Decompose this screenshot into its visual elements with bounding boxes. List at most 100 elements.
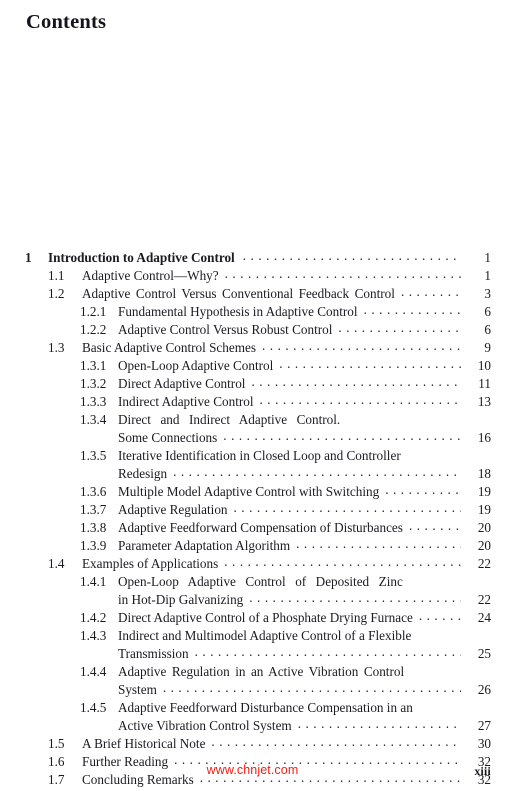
toc-label: Redesign: [118, 466, 168, 481]
toc-number: 1.3.3: [80, 394, 107, 409]
dot-leader: [225, 267, 461, 280]
toc-entry[interactable]: 1.4.2 Direct Adaptive Control of a Phosph…: [0, 609, 505, 627]
toc-line[interactable]: 1.4.3 Indirect and Multimodel Adaptive Co…: [0, 627, 505, 645]
toc-entry[interactable]: 1.3.3 Indirect Adaptive Control 13: [0, 393, 505, 411]
toc-page-number: 30: [477, 736, 491, 751]
toc-line[interactable]: 1.3.2 Direct Adaptive Control 11: [0, 375, 505, 393]
toc-page-number: 26: [477, 682, 491, 697]
toc-line-continuation[interactable]: System 26: [0, 681, 505, 699]
toc-label: Transmission: [118, 646, 189, 661]
dot-leader: [298, 717, 461, 730]
dot-leader: [223, 429, 461, 442]
dot-leader: [195, 645, 461, 658]
toc-entry[interactable]: 1.3.7 Adaptive Regulation 19: [0, 501, 505, 519]
toc-entry[interactable]: 1.4.5 Adaptive Feedforward Disturbance Co…: [0, 699, 505, 735]
toc-entry[interactable]: 1.1 Adaptive Control—Why? 1: [0, 267, 505, 285]
toc-line[interactable]: 1.3.9 Parameter Adaptation Algorithm 20: [0, 537, 505, 555]
toc-entry[interactable]: 1.3.1 Open-Loop Adaptive Control 10: [0, 357, 505, 375]
toc-label: Examples of Applications: [82, 556, 219, 571]
toc-line[interactable]: 1.4.5 Adaptive Feedforward Disturbance Co…: [0, 699, 505, 717]
dot-leader: [419, 609, 461, 622]
toc-line[interactable]: 1.3.7 Adaptive Regulation 19: [0, 501, 505, 519]
toc-line[interactable]: 1.4.2 Direct Adaptive Control of a Phosph…: [0, 609, 505, 627]
toc-line[interactable]: 1.1 Adaptive Control—Why? 1: [0, 267, 505, 285]
toc-entry[interactable]: 1.3.6 Multiple Model Adaptive Control wit…: [0, 483, 505, 501]
toc-page-number: 13: [477, 394, 491, 409]
toc-line-continuation[interactable]: Active Vibration Control System 27: [0, 717, 505, 735]
toc-entry[interactable]: 1.4 Examples of Applications 22: [0, 555, 505, 573]
toc-number: 1.4: [48, 556, 65, 571]
toc-label: Iterative Identification in Closed Loop …: [118, 448, 401, 463]
toc-label-wrap: Introduction to Adaptive Control: [48, 249, 465, 266]
toc-line[interactable]: 1.2.2 Adaptive Control Versus Robust Cont…: [0, 321, 505, 339]
toc-label: Active Vibration Control System: [118, 718, 292, 733]
toc-line-continuation[interactable]: Transmission 25: [0, 645, 505, 663]
dot-leader: [409, 573, 461, 586]
toc-line-continuation[interactable]: Redesign 18: [0, 465, 505, 483]
toc-entry[interactable]: 1.4.3 Indirect and Multimodel Adaptive Co…: [0, 627, 505, 663]
dot-leader: [173, 465, 461, 478]
toc-label: Adaptive Feedforward Compensation of Dis…: [118, 520, 403, 535]
toc-number: 1.3.4: [80, 412, 107, 427]
toc-label: Parameter Adaptation Algorithm: [118, 538, 291, 553]
toc-entry[interactable]: 1.2 Adaptive Control Versus Conventional …: [0, 285, 505, 303]
toc-entry[interactable]: 1.3.2 Direct Adaptive Control 11: [0, 375, 505, 393]
toc-line-continuation[interactable]: in Hot-Dip Galvanizing 22: [0, 591, 505, 609]
toc-entry[interactable]: 1.3.5 Iterative Identification in Closed …: [0, 447, 505, 483]
dot-leader: [211, 735, 461, 748]
toc-page-number: 1: [484, 268, 491, 283]
toc-label: Open-Loop Adaptive Control of Deposited …: [118, 574, 403, 589]
toc-number: 1.3.9: [80, 538, 107, 553]
toc-line[interactable]: 1.5 A Brief Historical Note 30: [0, 735, 505, 753]
toc-label-wrap: Adaptive Regulation in an Active Vibrati…: [118, 663, 465, 680]
dot-leader: [234, 501, 461, 514]
dot-leader: [249, 591, 461, 604]
toc-label-wrap: Adaptive Control Versus Robust Control: [118, 321, 465, 338]
toc-line[interactable]: 1.2.1 Fundamental Hypothesis in Adaptive …: [0, 303, 505, 321]
toc-line[interactable]: 1.4 Examples of Applications 22: [0, 555, 505, 573]
toc-number: 1.2.1: [80, 304, 107, 319]
toc-line-continuation[interactable]: Some Connections 16: [0, 429, 505, 447]
toc-entry[interactable]: 1.2.2 Adaptive Control Versus Robust Cont…: [0, 321, 505, 339]
toc-entry[interactable]: 1.3 Basic Adaptive Control Schemes 9: [0, 339, 505, 357]
toc-entry[interactable]: 1.2.1 Fundamental Hypothesis in Adaptive …: [0, 303, 505, 321]
toc-entry[interactable]: 1.4.1 Open-Loop Adaptive Control of Depos…: [0, 573, 505, 609]
toc-label: Direct Adaptive Control: [118, 376, 246, 391]
table-of-contents: 1 Introduction to Adaptive Control 1 1.1 Ada…: [0, 249, 505, 789]
dot-leader: [296, 537, 461, 550]
toc-page-number: 27: [477, 718, 491, 733]
toc-line[interactable]: 1.3 Basic Adaptive Control Schemes 9: [0, 339, 505, 357]
toc-page-number: 20: [477, 538, 491, 553]
toc-line[interactable]: 1.3.8 Adaptive Feedforward Compensation o…: [0, 519, 505, 537]
toc-page-number: 22: [477, 592, 491, 607]
dot-leader: [364, 303, 461, 316]
toc-number: 1.3.6: [80, 484, 107, 499]
toc-label-wrap: Some Connections: [118, 429, 465, 446]
dot-leader: [407, 447, 461, 460]
toc-line[interactable]: 1.4.4 Adaptive Regulation in an Active Vi…: [0, 663, 505, 681]
toc-entry[interactable]: 1.3.8 Adaptive Feedforward Compensation o…: [0, 519, 505, 537]
toc-line[interactable]: 1.3.5 Iterative Identification in Closed …: [0, 447, 505, 465]
toc-entry[interactable]: 1.4.4 Adaptive Regulation in an Active Vi…: [0, 663, 505, 699]
toc-line[interactable]: 1.4.1 Open-Loop Adaptive Control of Depos…: [0, 573, 505, 591]
toc-entry[interactable]: 1.5 A Brief Historical Note 30: [0, 735, 505, 753]
toc-line[interactable]: 1.3.4 Direct and Indirect Adaptive Contro…: [0, 411, 505, 429]
toc-line[interactable]: 1.3.6 Multiple Model Adaptive Control wit…: [0, 483, 505, 501]
toc-entry[interactable]: 1 Introduction to Adaptive Control 1: [0, 249, 505, 267]
toc-line[interactable]: 1 Introduction to Adaptive Control 1: [0, 249, 505, 267]
toc-label: Adaptive Control Versus Robust Control: [118, 322, 333, 337]
toc-page-number: 20: [477, 520, 491, 535]
toc-line[interactable]: 1.3.1 Open-Loop Adaptive Control 10: [0, 357, 505, 375]
watermark-text: www.chnjet.com: [206, 763, 299, 777]
toc-line[interactable]: 1.2 Adaptive Control Versus Conventional …: [0, 285, 505, 303]
toc-entry[interactable]: 1.3.9 Parameter Adaptation Algorithm 20: [0, 537, 505, 555]
toc-page-number: 6: [484, 304, 491, 319]
toc-number: 1.4.1: [80, 574, 107, 589]
toc-page-number: 16: [477, 430, 491, 445]
toc-entry[interactable]: 1.3.4 Direct and Indirect Adaptive Contro…: [0, 411, 505, 447]
toc-label-wrap: Open-Loop Adaptive Control: [118, 357, 465, 374]
toc-label: System: [118, 682, 157, 697]
toc-label-wrap: Fundamental Hypothesis in Adaptive Contr…: [118, 303, 465, 320]
toc-label-wrap: Indirect Adaptive Control: [118, 393, 465, 410]
toc-line[interactable]: 1.3.3 Indirect Adaptive Control 13: [0, 393, 505, 411]
